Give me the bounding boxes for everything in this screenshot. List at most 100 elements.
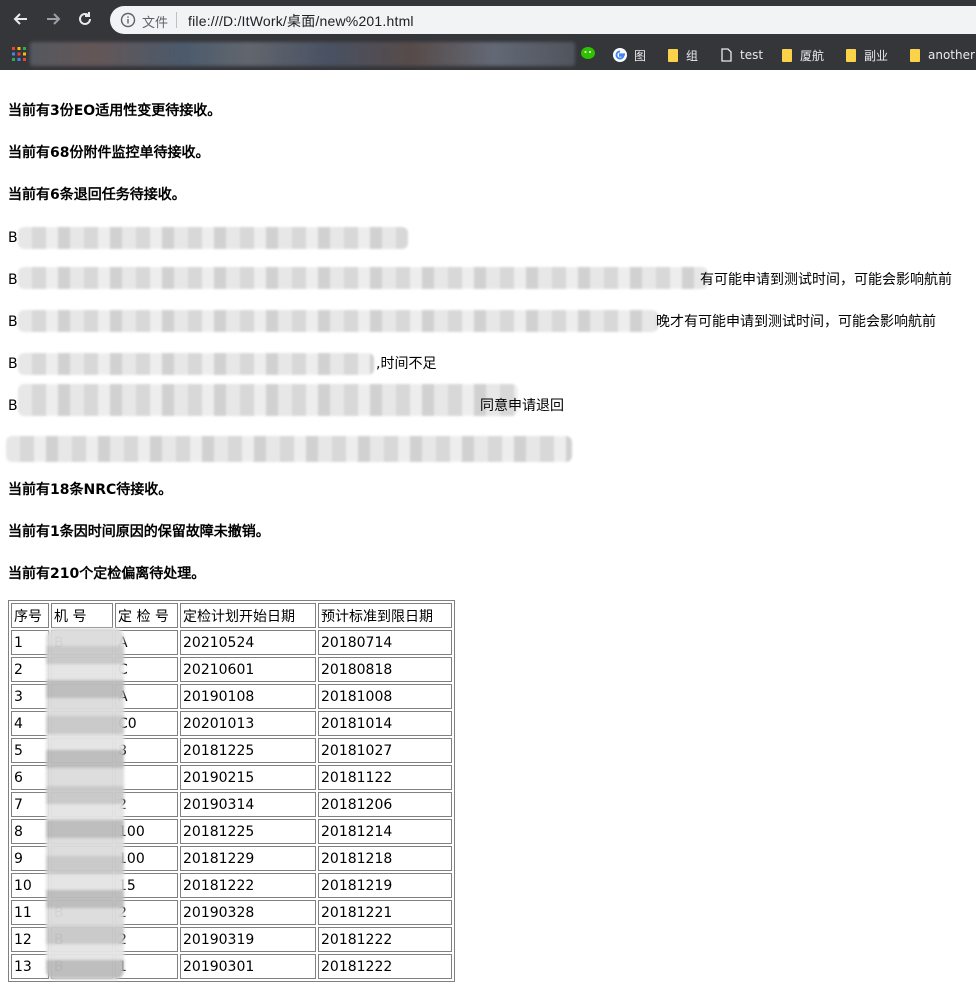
redaction-mask: [18, 353, 374, 375]
table-cell: 8: [115, 738, 178, 763]
returned-item-tail: ,时间不足: [376, 356, 437, 372]
bookmarks-bar: 图 组 test 厦航 副业 another: [0, 38, 976, 70]
arrow-right-icon: [47, 13, 61, 25]
returned-item-tail: 晚才有可能申请到测试时间，可能会影响航前: [656, 314, 936, 330]
table-cell: 12: [11, 927, 49, 952]
table-cell: 20181225: [180, 738, 316, 763]
table-cell: 1: [11, 630, 49, 655]
table-cell: 3: [11, 684, 49, 709]
table-cell: 11: [11, 900, 49, 925]
table-cell: 7: [11, 792, 49, 817]
bookmark-folder-fuye[interactable]: 副业: [846, 46, 888, 64]
table-cell: A: [115, 684, 178, 709]
table-cell: 20190328: [180, 900, 316, 925]
table-cell: 20181122: [318, 765, 452, 790]
table-cell: 2: [115, 927, 178, 952]
table-cell: 20181222: [318, 927, 452, 952]
table-cell: 20181027: [318, 738, 452, 763]
table-cell: 4: [11, 711, 49, 736]
redaction-mask: [46, 628, 124, 980]
header-check-no: 定 检 号: [115, 603, 178, 628]
table-cell: 20210524: [180, 630, 316, 655]
redaction-mask: [18, 384, 518, 416]
returned-item: B: [8, 272, 18, 288]
deviation-summary: 当前有210个定检偏离待处理。: [8, 566, 206, 582]
apps-grid-icon[interactable]: [12, 47, 26, 61]
table-cell: 20190319: [180, 927, 316, 952]
forward-button[interactable]: [42, 8, 64, 30]
back-button[interactable]: [10, 8, 32, 30]
table-cell: 20181206: [318, 792, 452, 817]
bookmark-label: 组: [686, 48, 699, 63]
table-cell: 20181229: [180, 846, 316, 871]
nrc-summary: 当前有18条NRC待接收。: [8, 482, 173, 498]
returned-item: B: [8, 314, 18, 330]
returned-item: B: [8, 398, 18, 414]
table-cell: 100: [115, 846, 178, 871]
table-cell: 20180714: [318, 630, 452, 655]
table-cell: 10: [11, 873, 49, 898]
header-aircraft: 机 号: [51, 603, 113, 628]
table-cell: 20181008: [318, 684, 452, 709]
folder-icon: [668, 48, 678, 62]
table-cell: 8: [11, 819, 49, 844]
folder-icon: [782, 48, 792, 62]
returned-item: B: [8, 356, 18, 372]
table-header-row: 序号 机 号 定 检 号 定检计划开始日期 预计标准到限日期: [11, 603, 452, 628]
eo-summary: 当前有3份EO适用性变更待接收。: [8, 103, 222, 119]
table-cell: 20190108: [180, 684, 316, 709]
table-cell: 20181219: [318, 873, 452, 898]
bookmark-folder-xiahang[interactable]: 厦航: [782, 46, 824, 64]
returned-item: B: [8, 230, 18, 246]
wechat-icon[interactable]: [580, 46, 598, 62]
address-scheme-label: 文件: [142, 16, 169, 31]
table-cell: 2: [115, 792, 178, 817]
info-icon[interactable]: [120, 12, 136, 28]
table-cell: 13: [11, 954, 49, 979]
reload-button[interactable]: [74, 8, 96, 30]
table-cell: 20181221: [318, 900, 452, 925]
bookmark-folder-another[interactable]: another: [910, 46, 975, 64]
address-url[interactable]: file:///D:/ItWork/桌面/new%201.html: [188, 11, 414, 31]
redacted-bookmarks: [30, 42, 575, 66]
page-icon: [721, 48, 732, 62]
bookmark-google[interactable]: 图: [612, 46, 646, 64]
redaction-mask: [18, 310, 658, 332]
bookmark-label: 图: [634, 48, 647, 63]
table-cell: 20190301: [180, 954, 316, 979]
address-bar[interactable]: 文件 file:///D:/ItWork/桌面/new%201.html: [110, 6, 976, 34]
deferred-summary: 当前有1条因时间原因的保留故障未撤销。: [8, 524, 270, 540]
table-cell: 20201013: [180, 711, 316, 736]
table-cell: 1: [115, 954, 178, 979]
address-separator: [176, 12, 177, 28]
attachment-summary: 当前有68份附件监控单待接收。: [8, 145, 210, 161]
bookmark-folder-zu[interactable]: 组: [668, 46, 698, 64]
header-plan-start: 定检计划开始日期: [180, 603, 316, 628]
redaction-mask: [18, 267, 708, 289]
table-cell: C0: [115, 711, 178, 736]
header-due-date: 预计标准到限日期: [318, 603, 452, 628]
redaction-mask: [6, 436, 572, 462]
folder-icon: [846, 48, 856, 62]
bookmark-test[interactable]: test: [718, 46, 763, 64]
table-cell: 20181214: [318, 819, 452, 844]
table-cell: 20181225: [180, 819, 316, 844]
bookmark-label: 副业: [864, 48, 889, 63]
table-cell: 20210601: [180, 657, 316, 682]
bookmark-label: test: [740, 48, 764, 62]
returned-item-tail: 有可能申请到测试时间，可能会影响航前: [700, 272, 952, 288]
returned-summary: 当前有6条退回任务待接收。: [8, 187, 186, 203]
reload-icon: [79, 12, 91, 25]
table-cell: C: [115, 657, 178, 682]
table-cell: 20181218: [318, 846, 452, 871]
table-cell: 2: [11, 657, 49, 682]
folder-icon: [910, 48, 920, 62]
redaction-mask: [18, 227, 408, 249]
arrow-left-icon: [13, 13, 27, 25]
table-cell: 20181222: [318, 954, 452, 979]
table-cell: 6: [11, 765, 49, 790]
table-cell: 9: [11, 846, 49, 871]
google-icon: [613, 48, 627, 62]
table-cell: [115, 765, 178, 790]
bookmark-label: 厦航: [800, 48, 825, 63]
